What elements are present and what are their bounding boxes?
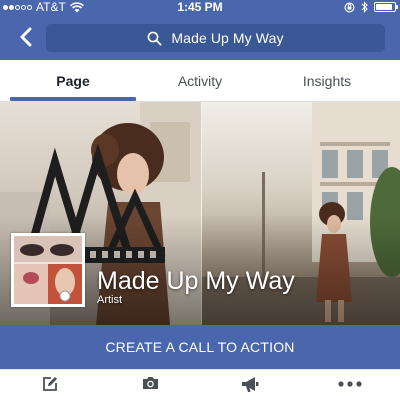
bluetooth-icon [361, 1, 368, 13]
megaphone-icon [242, 377, 259, 392]
search-icon [148, 31, 162, 45]
compose-button[interactable] [0, 376, 100, 398]
cover-photo[interactable]: Made Up My Way Artist [0, 102, 400, 325]
more-button[interactable] [300, 376, 400, 398]
status-bar: AT&T 1:45 PM [0, 0, 400, 14]
back-chevron-icon [20, 27, 31, 47]
profile-picture[interactable] [11, 233, 85, 307]
status-time: 1:45 PM [177, 0, 223, 14]
tab-activity[interactable]: Activity [136, 60, 264, 101]
tab-insights[interactable]: Insights [264, 60, 390, 101]
more-icon [338, 381, 362, 387]
profile-picture-art [14, 236, 82, 304]
create-call-to-action-button[interactable]: CREATE A CALL TO ACTION [0, 325, 400, 369]
page-category: Artist [97, 294, 123, 306]
back-button[interactable] [12, 22, 38, 52]
active-tab-indicator [10, 97, 136, 101]
profile-picture-collage [14, 236, 82, 304]
promote-button[interactable] [200, 376, 300, 398]
battery-icon [374, 2, 398, 12]
camera-icon [142, 377, 158, 389]
search-text: Made Up My Way [171, 30, 284, 46]
lock-rotation-icon [344, 1, 355, 13]
nav-bar: Made Up My Way [0, 14, 400, 60]
compose-icon [43, 377, 57, 391]
page-name: Made Up My Way [97, 267, 295, 295]
page-action-bar [0, 369, 400, 400]
tab-bar: Page Activity Insights [0, 60, 400, 102]
camera-button[interactable] [100, 376, 200, 398]
search-field[interactable]: Made Up My Way [46, 24, 385, 52]
tab-page[interactable]: Page [10, 60, 136, 101]
status-right [344, 1, 398, 13]
